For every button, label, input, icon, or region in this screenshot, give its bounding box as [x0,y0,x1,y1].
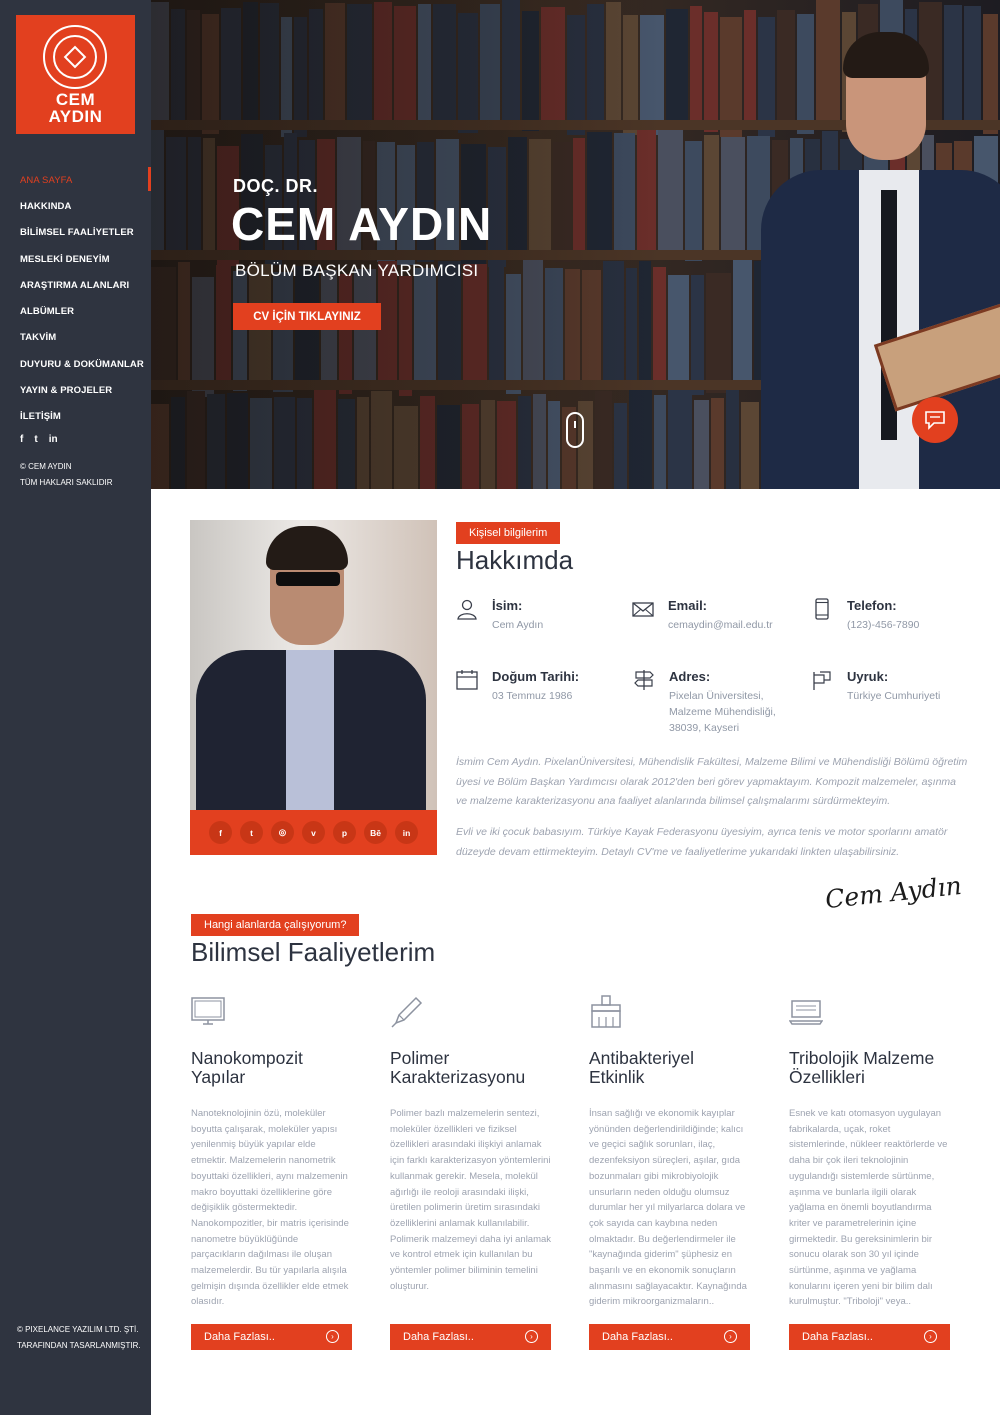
bio-paragraph-2: Evli ve iki çocuk babasıyım. Türkiye Kay… [456,826,948,858]
laptop-icon [789,1000,823,1025]
bio-paragraph-1: İsmim Cem Aydın. PixelanÜniversitesi, Mü… [456,756,968,807]
scroll-mouse-icon[interactable] [566,412,584,448]
research-item-title: Nanokompozit Yapılar [191,1048,303,1087]
hero-portrait [731,20,1000,489]
profile-photo [190,520,437,810]
info-nationality-value: Türkiye Cumhuriyeti [847,690,941,702]
hero-banner: DOÇ. DR. CEM AYDIN BÖLÜM BAŞKAN YARDIMCI… [151,0,1000,489]
twitter-icon[interactable]: t [34,434,37,445]
mail-icon [632,602,654,617]
about-tag: Kişisel bilgilerim [456,522,561,544]
user-icon [457,599,477,620]
monitor-icon [191,997,225,1025]
arrow-right-icon: › [724,1330,737,1343]
copyright-line2: TÜM HAKLARI SAKLIDIR [20,478,113,487]
info-email-value[interactable]: cemaydin@mail.edu.tr [668,617,798,633]
read-more-button[interactable]: Daha Fazlası.. › [789,1324,950,1350]
logo-name: CEM AYDIN [16,91,135,125]
about-title: Hakkımda [456,545,574,575]
calendar-icon [456,670,478,690]
chat-icon[interactable] [912,397,958,443]
read-more-button[interactable]: Daha Fazlası.. › [191,1324,352,1350]
pen-icon [391,996,423,1028]
research-item-text: Esnek ve katı otomasyon uygulayan fabrik… [789,1108,948,1308]
info-birthdate-label: Doğum Tarihi: [492,669,580,684]
profile-card: f t ◎ v p Bē in [190,520,437,855]
profile-social-bar: f t ◎ v p Bē in [190,810,437,855]
copyright-line1: © CEM AYDIN [20,462,72,471]
read-more-label: Daha Fazlası.. [204,1331,275,1343]
arrow-right-icon: › [525,1330,538,1343]
brush-icon [591,995,621,1028]
twitter-icon[interactable]: t [240,821,263,844]
info-name-value: Cem Aydın [492,619,544,631]
pinterest-icon[interactable]: p [333,821,356,844]
behance-icon[interactable]: Bē [364,821,387,844]
nav-item-ana-sayfa[interactable]: ANA SAYFA [0,167,151,193]
arrow-right-icon: › [924,1330,937,1343]
nav-item-bilimsel-faaliyetler[interactable]: BİLİMSEL FAALİYETLER [0,220,151,246]
credit-line1: © PIXELANCE YAZILIM LTD. ŞTİ. [17,1325,139,1334]
nav-item-hakkinda[interactable]: HAKKINDA [0,193,151,219]
facebook-icon[interactable]: f [209,821,232,844]
sidebar-copyright: © CEM AYDIN TÜM HAKLARI SAKLIDIR [20,459,112,491]
read-more-button[interactable]: Daha Fazlası.. › [390,1324,551,1350]
nav-item-duyuru-dokumanlar[interactable]: DUYURU & DOKÜMANLAR [0,351,151,377]
hero-subtitle: DOÇ. DR. [233,176,318,196]
research-item-title: Antibakteriyel Etkinlik [589,1048,695,1087]
read-more-label: Daha Fazlası.. [403,1331,474,1343]
signpost-icon [634,670,654,690]
logo-name-line2: AYDIN [48,107,103,126]
designer-credit: © PIXELANCE YAZILIM LTD. ŞTİ. TARAFINDAN… [17,1322,141,1354]
research-item-text: İnsan sağlığı ve ekonomik kayıplar yönün… [589,1108,747,1308]
vimeo-icon[interactable]: v [302,821,325,844]
nav-item-arastirma-alanlari[interactable]: ARAŞTIRMA ALANLARI [0,272,151,298]
info-nationality-label: Uyruk: [847,669,889,684]
logo-name-line1: CEM [55,90,96,109]
credit-line2: TARAFINDAN TASARLANMIŞTIR. [17,1341,141,1350]
nav-item-yayin-projeler[interactable]: YAYIN & PROJELER [0,377,151,403]
dribbble-icon[interactable]: ◎ [271,821,294,844]
info-name-label: İsim: [492,598,523,613]
logo[interactable]: CEM AYDIN [16,15,135,134]
arrow-right-icon: › [326,1330,339,1343]
research-item-title: Tribolojik Malzeme Özellikleri [789,1048,935,1087]
sidebar: CEM AYDIN ANA SAYFA HAKKINDA BİLİMSEL FA… [0,0,151,1415]
linkedin-icon[interactable]: in [49,434,58,445]
research-item-title: Polimer Karakterizasyonu [390,1048,526,1087]
phone-icon [815,598,829,620]
read-more-label: Daha Fazlası.. [602,1331,673,1343]
info-phone-label: Telefon: [847,598,897,613]
info-address-label: Adres: [669,669,711,684]
signature: Cem Aydın [823,870,963,915]
info-email-label: Email: [668,598,708,613]
facebook-icon[interactable]: f [20,434,23,445]
sidebar-social: f t in [20,434,58,445]
info-phone-value: (123)-456-7890 [847,619,920,631]
nav-item-albumler[interactable]: ALBÜMLER [0,298,151,324]
research-item-text: Nanoteknolojinin özü, moleküler boyutta … [191,1108,349,1308]
research-tag: Hangi alanlarda çalışıyorum? [191,914,360,936]
university-seal-icon [43,25,107,89]
cv-button[interactable]: CV İÇİN TIKLAYINIZ [233,303,381,330]
research-item-text: Polimer bazlı malzemelerin sentezi, mole… [390,1108,552,1292]
linkedin-icon[interactable]: in [395,821,418,844]
read-more-button[interactable]: Daha Fazlası.. › [589,1324,750,1350]
nav-item-iletisim[interactable]: İLETİŞİM [0,404,151,430]
info-address-value: Pixelan Üniversitesi, Malzeme Mühendisli… [669,690,776,734]
hero-name: CEM AYDIN [231,198,493,250]
nav-item-takvim[interactable]: TAKVİM [0,325,151,351]
research-title: Bilimsel Faaliyetlerim [191,937,436,967]
hero-role: BÖLÜM BAŞKAN YARDIMCISI [235,261,479,280]
main-nav: ANA SAYFA HAKKINDA BİLİMSEL FAALİYETLER … [0,167,151,430]
flag-icon [813,671,831,690]
nav-item-mesleki-deneyim[interactable]: MESLEKİ DENEYİM [0,246,151,272]
read-more-label: Daha Fazlası.. [802,1331,873,1343]
info-birthdate-value: 03 Temmuz 1986 [492,690,573,702]
